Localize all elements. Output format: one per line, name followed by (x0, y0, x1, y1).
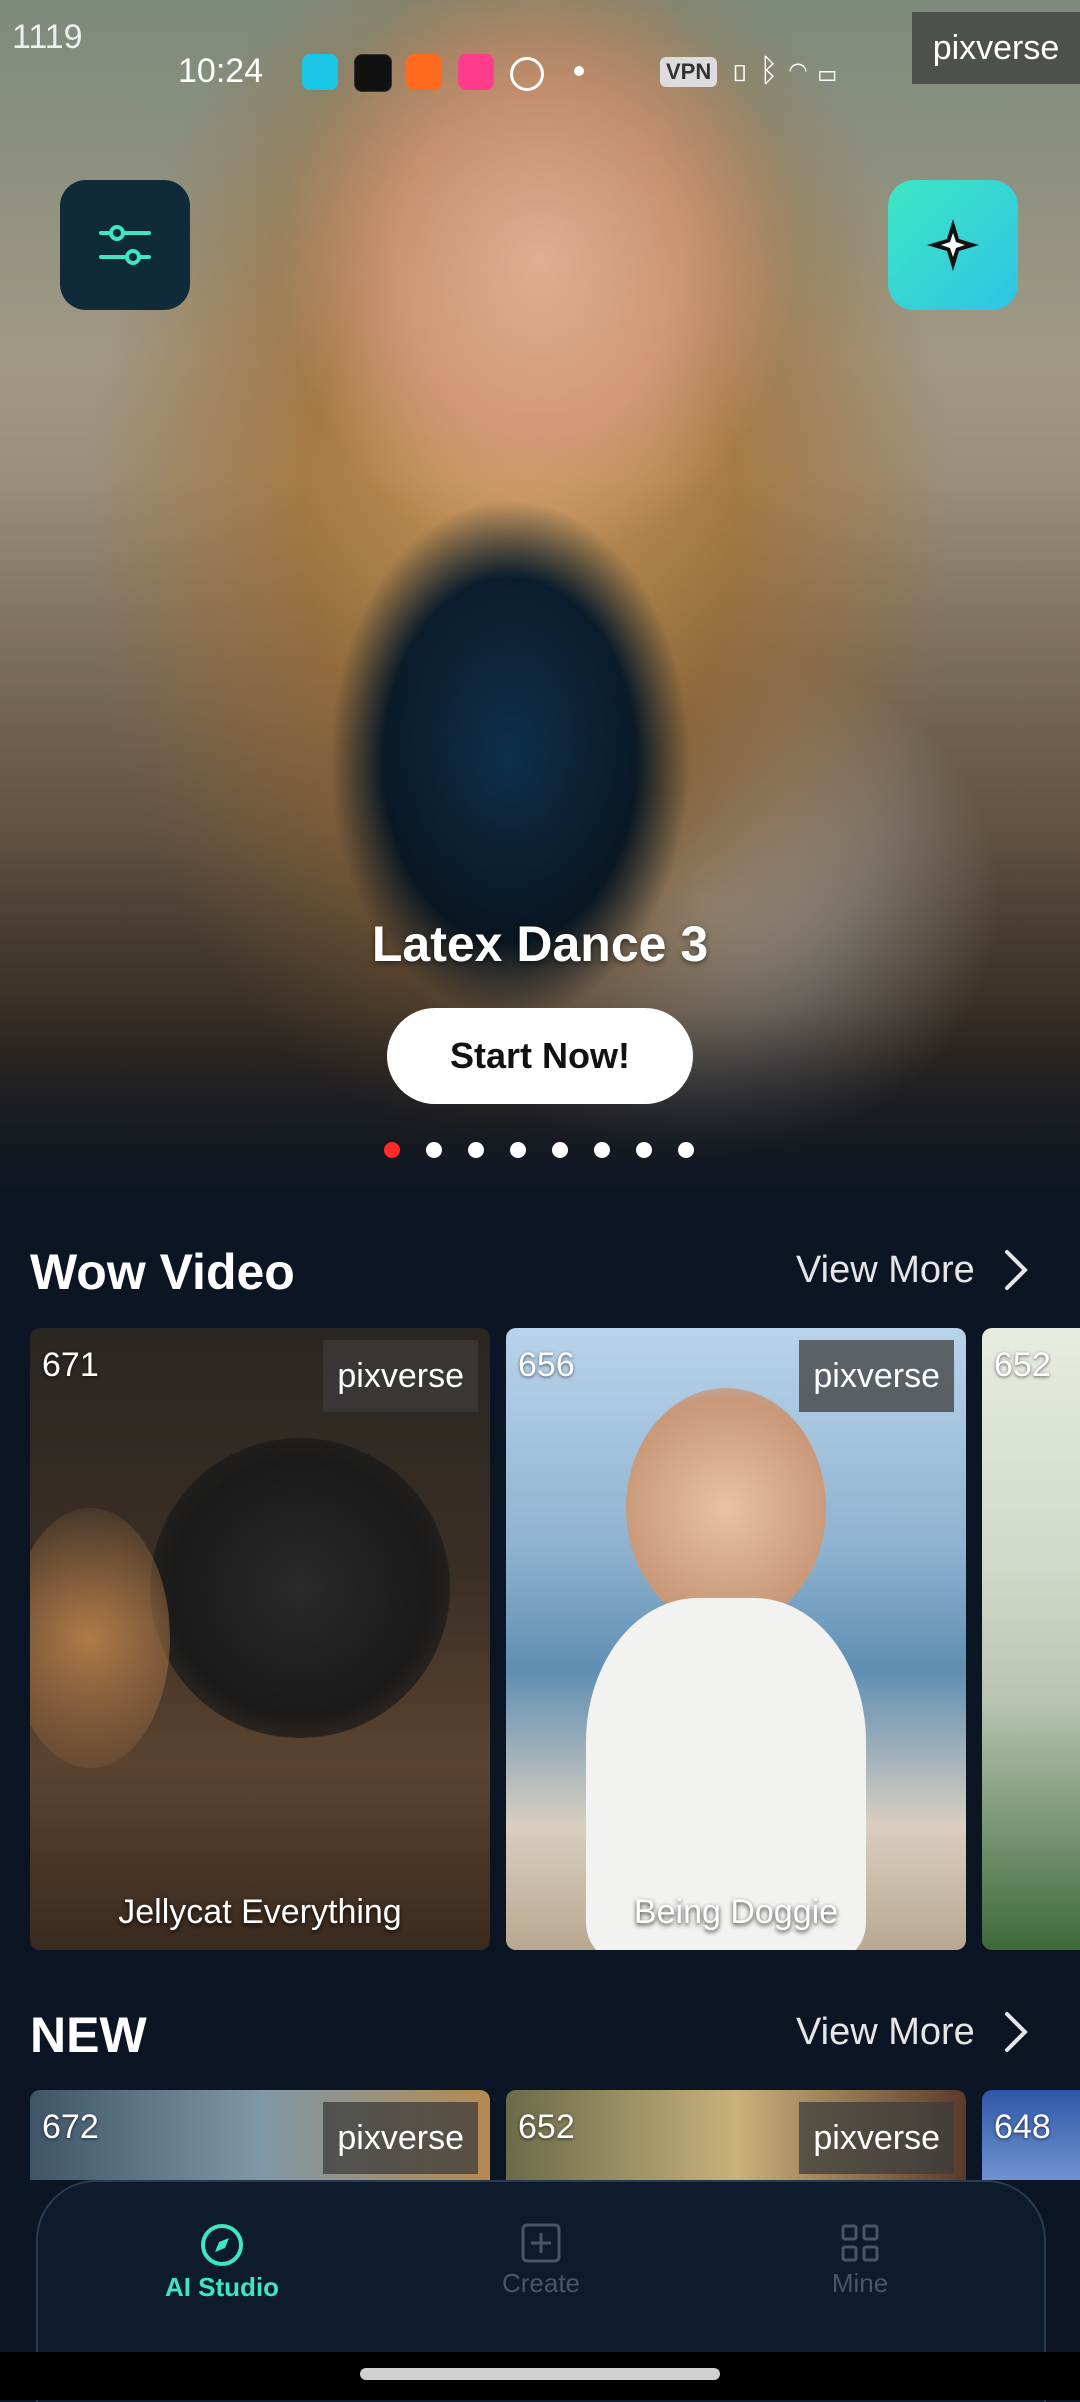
vpn-icon: VPN (660, 57, 718, 87)
sliders-icon (99, 225, 151, 265)
pager-dot[interactable] (636, 1142, 652, 1158)
card-watermark: pixverse (799, 1340, 954, 1412)
card-count: 656 (518, 1346, 575, 1384)
pager-dot[interactable] (594, 1142, 610, 1158)
card-count: 648 (994, 2108, 1051, 2146)
card-count: 652 (518, 2108, 575, 2146)
view-more-label: View More (796, 1248, 975, 1291)
video-card[interactable]: 672 pixverse (30, 2090, 490, 2180)
new-view-more[interactable]: View More (796, 2010, 1031, 2054)
vibrate-icon: ▯ (730, 52, 760, 88)
hero-title: Latex Dance 3 (371, 916, 709, 972)
shopping-app-icon (406, 54, 442, 90)
camel-app-icon (302, 54, 338, 90)
nav-mine[interactable]: Mine (760, 2222, 960, 2299)
filter-button[interactable] (60, 180, 190, 310)
video-card[interactable]: 648 (982, 2090, 1080, 2180)
grid-icon (841, 2224, 879, 2262)
video-card[interactable]: 652 pixverse (506, 2090, 966, 2180)
video-card[interactable]: 671 pixverse Jellycat Everything (30, 1328, 490, 1950)
card-watermark: pixverse (323, 2102, 478, 2174)
pager-dot[interactable] (510, 1142, 526, 1158)
bluetooth-icon: ᛒ (759, 52, 789, 88)
card-count: 652 (994, 1346, 1051, 1384)
sparkle-icon (927, 219, 979, 271)
card-label: Being Doggie (633, 1893, 839, 1931)
nav-label: AI Studio (164, 2272, 280, 2302)
more-notifications-icon (574, 66, 584, 76)
compass-icon (201, 2224, 243, 2266)
view-more-label: View More (796, 2010, 975, 2053)
wifi-icon: ◠ (788, 52, 818, 88)
carousel-pager (384, 1142, 694, 1158)
pager-dot[interactable] (384, 1142, 400, 1158)
battery-icon: ▭ (817, 52, 847, 88)
frame-counter: 1119 (12, 18, 83, 56)
card-thumbnail (150, 1438, 450, 1738)
chevron-right-icon (1004, 1250, 1028, 1290)
promo-app-icon (458, 54, 494, 90)
start-now-button[interactable]: Start Now! (387, 1008, 693, 1104)
chevron-right-icon (1004, 2012, 1028, 2052)
pager-dot[interactable] (552, 1142, 568, 1158)
card-count: 672 (42, 2108, 99, 2146)
home-indicator[interactable] (360, 2368, 720, 2380)
card-watermark: pixverse (799, 2102, 954, 2174)
pager-dot[interactable] (678, 1142, 694, 1158)
card-watermark: pixverse (323, 1340, 478, 1412)
pager-dot[interactable] (468, 1142, 484, 1158)
nav-ai-studio[interactable]: AI Studio (122, 2222, 322, 2303)
wow-video-view-more[interactable]: View More (796, 1248, 1031, 1292)
pager-dot[interactable] (426, 1142, 442, 1158)
status-bar: 1119 10:24 VPN ▯ᛒ◠▭ pixverse (0, 0, 1080, 120)
new-section-title: NEW (30, 2007, 147, 2063)
system-status-icons: ▯ᛒ◠▭ (730, 52, 847, 89)
wow-video-title: Wow Video (30, 1244, 295, 1300)
card-label: Jellycat Everything (118, 1893, 402, 1931)
sparkle-button[interactable] (888, 180, 1018, 310)
plus-square-icon (521, 2223, 561, 2263)
tiktok-app-icon (354, 54, 392, 92)
facebook-icon (510, 57, 544, 91)
card-thumbnail (626, 1388, 826, 1628)
status-time: 10:24 (178, 52, 264, 90)
watermark: pixverse (912, 12, 1080, 84)
video-card[interactable]: 652 (982, 1328, 1080, 1950)
nav-label: Create (501, 2268, 581, 2298)
video-card[interactable]: 656 pixverse Being Doggie (506, 1328, 966, 1950)
nav-create[interactable]: Create (441, 2222, 641, 2299)
card-count: 671 (42, 1346, 99, 1384)
nav-label: Mine (831, 2268, 889, 2298)
